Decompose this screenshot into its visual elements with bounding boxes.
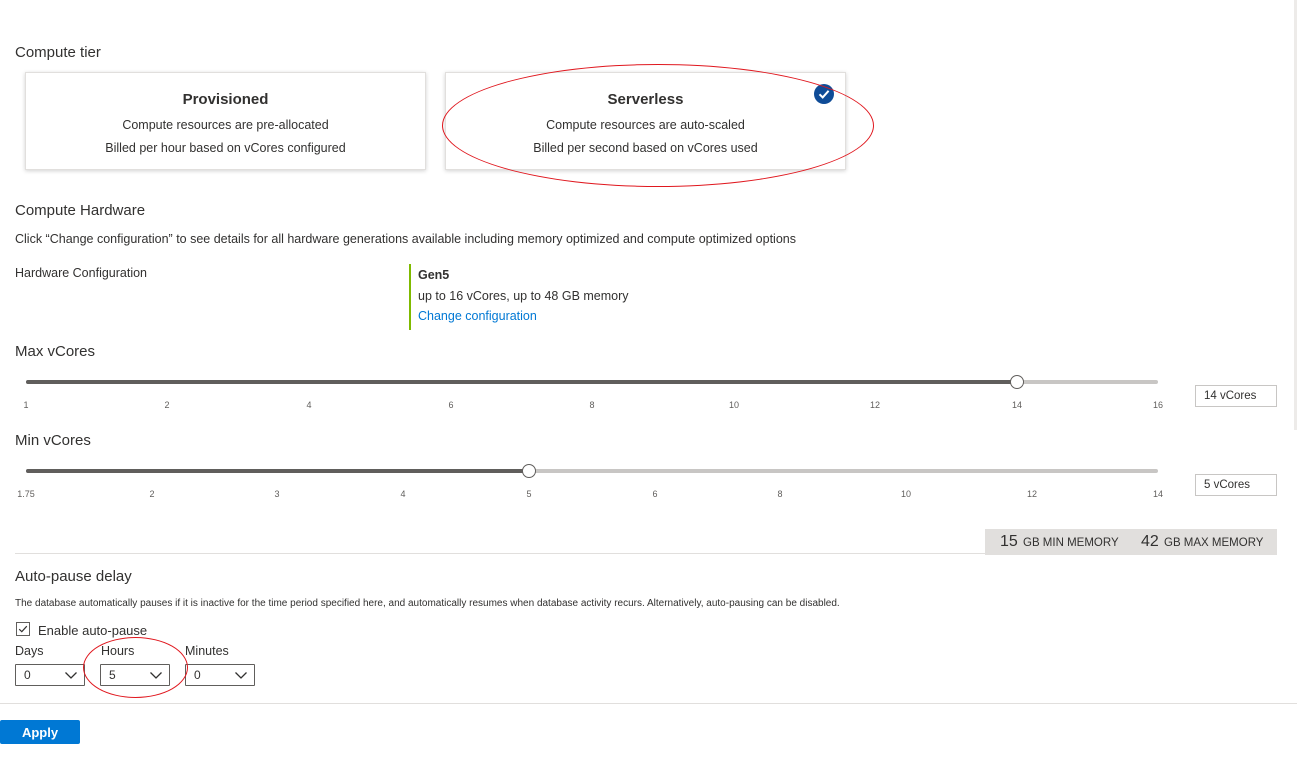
max-tick-label: 2 — [164, 400, 170, 410]
auto-pause-heading: Auto-pause delay — [15, 568, 132, 585]
footer-divider — [0, 703, 1297, 704]
max-vcores-slider-fill — [26, 380, 1017, 384]
hardware-configuration-label: Hardware Configuration — [15, 266, 148, 280]
max-tick-label: 4 — [306, 400, 312, 410]
max-tick-label: 10 — [728, 400, 740, 410]
days-select-value: 0 — [24, 668, 31, 682]
max-tick-label: 16 — [1152, 400, 1164, 410]
min-vcores-heading: Min vCores — [15, 432, 91, 449]
days-select[interactable]: 0 — [15, 664, 85, 686]
chevron-down-icon — [65, 672, 77, 679]
min-vcores-slider-fill — [26, 469, 529, 473]
provisioned-line-1: Compute resources are pre-allocated — [122, 118, 329, 132]
max-tick-label: 12 — [869, 400, 881, 410]
days-label: Days — [15, 644, 44, 658]
highlight-ellipse-hours — [83, 637, 188, 698]
min-vcores-value-input[interactable]: 5 vCores — [1195, 474, 1277, 496]
min-tick-label: 10 — [900, 489, 912, 499]
minutes-select-value: 0 — [194, 668, 201, 682]
max-vcores-heading: Max vCores — [15, 343, 96, 360]
max-vcores-slider-thumb[interactable] — [1010, 375, 1024, 389]
enable-auto-pause-checkbox[interactable] — [16, 622, 30, 636]
min-memory-value: 15 — [1000, 533, 1018, 550]
divider — [15, 553, 985, 554]
min-tick-label: 6 — [652, 489, 658, 499]
max-tick-label: 14 — [1011, 400, 1023, 410]
apply-button[interactable]: Apply — [0, 720, 80, 744]
max-memory-label: GB MAX MEMORY — [1164, 537, 1264, 549]
min-tick-label: 8 — [777, 489, 783, 499]
highlight-ellipse-serverless — [442, 64, 874, 187]
gen-accent-bar — [409, 264, 411, 330]
min-vcores-slider-thumb[interactable] — [522, 464, 536, 478]
min-tick-label: 3 — [274, 489, 280, 499]
check-icon — [18, 625, 28, 633]
provisioned-tier-card[interactable]: Provisioned Compute resources are pre-al… — [25, 72, 426, 170]
min-tick-label: 2 — [149, 489, 155, 499]
provisioned-title: Provisioned — [182, 91, 269, 108]
min-tick-label: 14 — [1152, 489, 1164, 499]
min-tick-label: 4 — [400, 489, 406, 499]
minutes-label: Minutes — [185, 644, 229, 658]
hardware-generation: Gen5 — [418, 268, 450, 282]
compute-hardware-description: Click “Change configuration” to see deta… — [15, 232, 796, 246]
compute-tier-heading: Compute tier — [15, 44, 101, 61]
change-configuration-link[interactable]: Change configuration — [418, 309, 537, 323]
min-tick-label: 1.75 — [17, 489, 35, 499]
auto-pause-description: The database automatically pauses if it … — [15, 598, 840, 609]
provisioned-line-2: Billed per hour based on vCores configur… — [105, 141, 346, 155]
min-memory-label: GB MIN MEMORY — [1023, 537, 1119, 549]
min-tick-label: 12 — [1026, 489, 1038, 499]
max-tick-label: 8 — [589, 400, 595, 410]
enable-auto-pause-label[interactable]: Enable auto-pause — [38, 623, 147, 638]
max-memory-value: 42 — [1141, 533, 1159, 550]
max-tick-label: 1 — [23, 400, 29, 410]
memory-summary: 15 GB MIN MEMORY 42 GB MAX MEMORY — [985, 529, 1277, 555]
minutes-select[interactable]: 0 — [185, 664, 255, 686]
chevron-down-icon — [235, 672, 247, 679]
compute-hardware-heading: Compute Hardware — [15, 202, 146, 219]
max-vcores-value-input[interactable]: 14 vCores — [1195, 385, 1277, 407]
hardware-spec: up to 16 vCores, up to 48 GB memory — [418, 289, 629, 303]
min-tick-label: 5 — [526, 489, 532, 499]
max-tick-label: 6 — [448, 400, 454, 410]
